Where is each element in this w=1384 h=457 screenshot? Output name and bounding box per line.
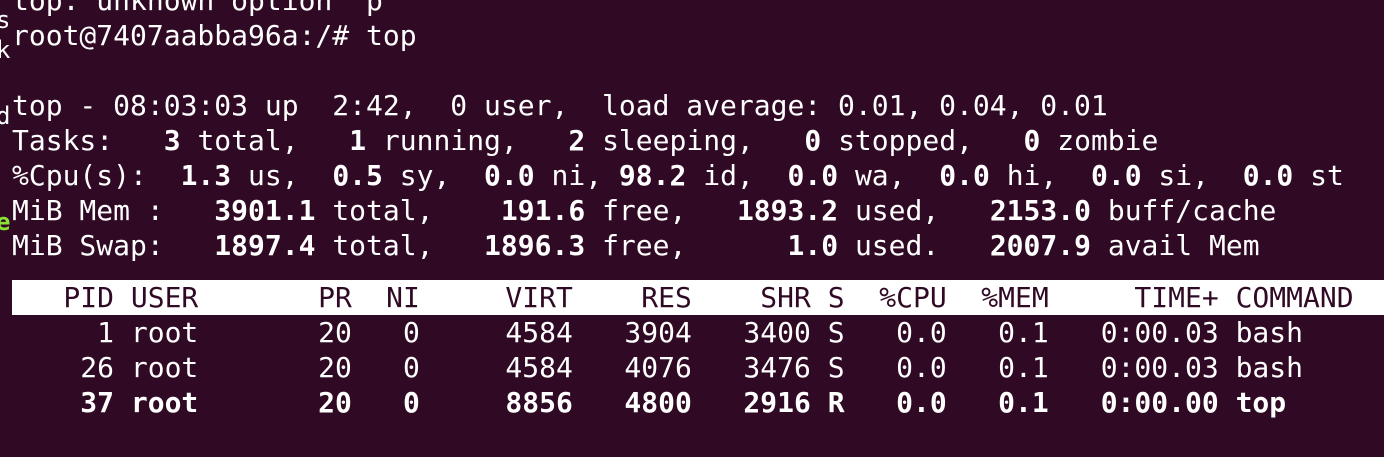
error-line: top: unknown option 'p'	[12, 0, 400, 17]
cell-pid: 1	[97, 316, 114, 349]
uptime-line: top - 08:03:03 up 2:42, 0 user, load ave…	[12, 89, 1108, 122]
cell-cpu: 0.0	[896, 386, 947, 419]
cell-user: root	[130, 316, 199, 349]
cell-res: 3904	[624, 316, 692, 349]
shell-prompt: root@7407aabba96a:/# top	[12, 19, 417, 52]
left-gutter: s k d e	[0, 0, 12, 457]
gutter-char: e	[0, 208, 11, 236]
cell-time: 0:00.03	[1100, 351, 1219, 384]
process-row: 37 root 20 0 8856 4800 2916 R 0.0 0.1 0:00.00 to…	[12, 385, 1384, 420]
cell-shr: 3400	[743, 316, 811, 349]
cell-pid: 26	[80, 351, 114, 384]
cell-user: root	[130, 351, 199, 384]
cell-ni: 0	[403, 316, 420, 349]
gutter-char: k	[0, 36, 11, 64]
process-row: 1 root 20 0 4584 3904 3400 S 0.0 0.1 0:00.03 bas…	[12, 315, 1384, 350]
mem-line: MiB Mem : 3901.1 total, 191.6 free, 1893…	[12, 194, 1277, 227]
gutter-char: s	[0, 6, 11, 34]
cell-cmd: bash	[1235, 316, 1304, 349]
cell-pr: 20	[318, 316, 352, 349]
cell-virt: 4584	[505, 316, 573, 349]
process-table-header: PID USER PR NI VIRT RES SHR S %CPU %MEM TIME+ CO…	[12, 280, 1384, 315]
process-row: 26 root 20 0 4584 4076 3476 S 0.0 0.1 0:00.03 ba…	[12, 350, 1384, 385]
cell-cmd: bash	[1235, 351, 1304, 384]
cell-mem: 0.1	[998, 351, 1049, 384]
cell-user: root	[130, 386, 199, 419]
gutter-char: d	[0, 102, 11, 130]
cell-shr: 2916	[743, 386, 811, 419]
tasks-line: Tasks: 3 total, 1 running, 2 sleeping, 0…	[12, 124, 1159, 157]
cell-s: S	[827, 351, 845, 384]
cell-virt: 8856	[505, 386, 573, 419]
cell-cpu: 0.0	[896, 351, 947, 384]
cell-shr: 3476	[743, 351, 811, 384]
cell-s: S	[827, 316, 845, 349]
cell-virt: 4584	[505, 351, 573, 384]
cell-res: 4800	[624, 386, 692, 419]
terminal-window[interactable]: top: unknown option 'p' root@7407aabba96…	[12, 0, 1384, 457]
cell-time: 0:00.03	[1100, 316, 1219, 349]
cell-pr: 20	[318, 351, 352, 384]
cell-res: 4076	[624, 351, 692, 384]
cell-pr: 20	[318, 386, 352, 419]
cell-time: 0:00.00	[1100, 386, 1219, 419]
cell-cmd: top	[1235, 386, 1287, 419]
swap-line: MiB Swap: 1897.4 total, 1896.3 free, 1.0…	[12, 229, 1260, 262]
cell-s: R	[827, 386, 845, 419]
cell-mem: 0.1	[998, 316, 1049, 349]
cell-ni: 0	[403, 351, 420, 384]
cell-mem: 0.1	[998, 386, 1049, 419]
cell-cpu: 0.0	[896, 316, 947, 349]
cpu-line: %Cpu(s): 1.3 us, 0.5 sy, 0.0 ni, 98.2 id…	[12, 159, 1344, 192]
cell-ni: 0	[403, 386, 420, 419]
cell-pid: 37	[80, 386, 114, 419]
